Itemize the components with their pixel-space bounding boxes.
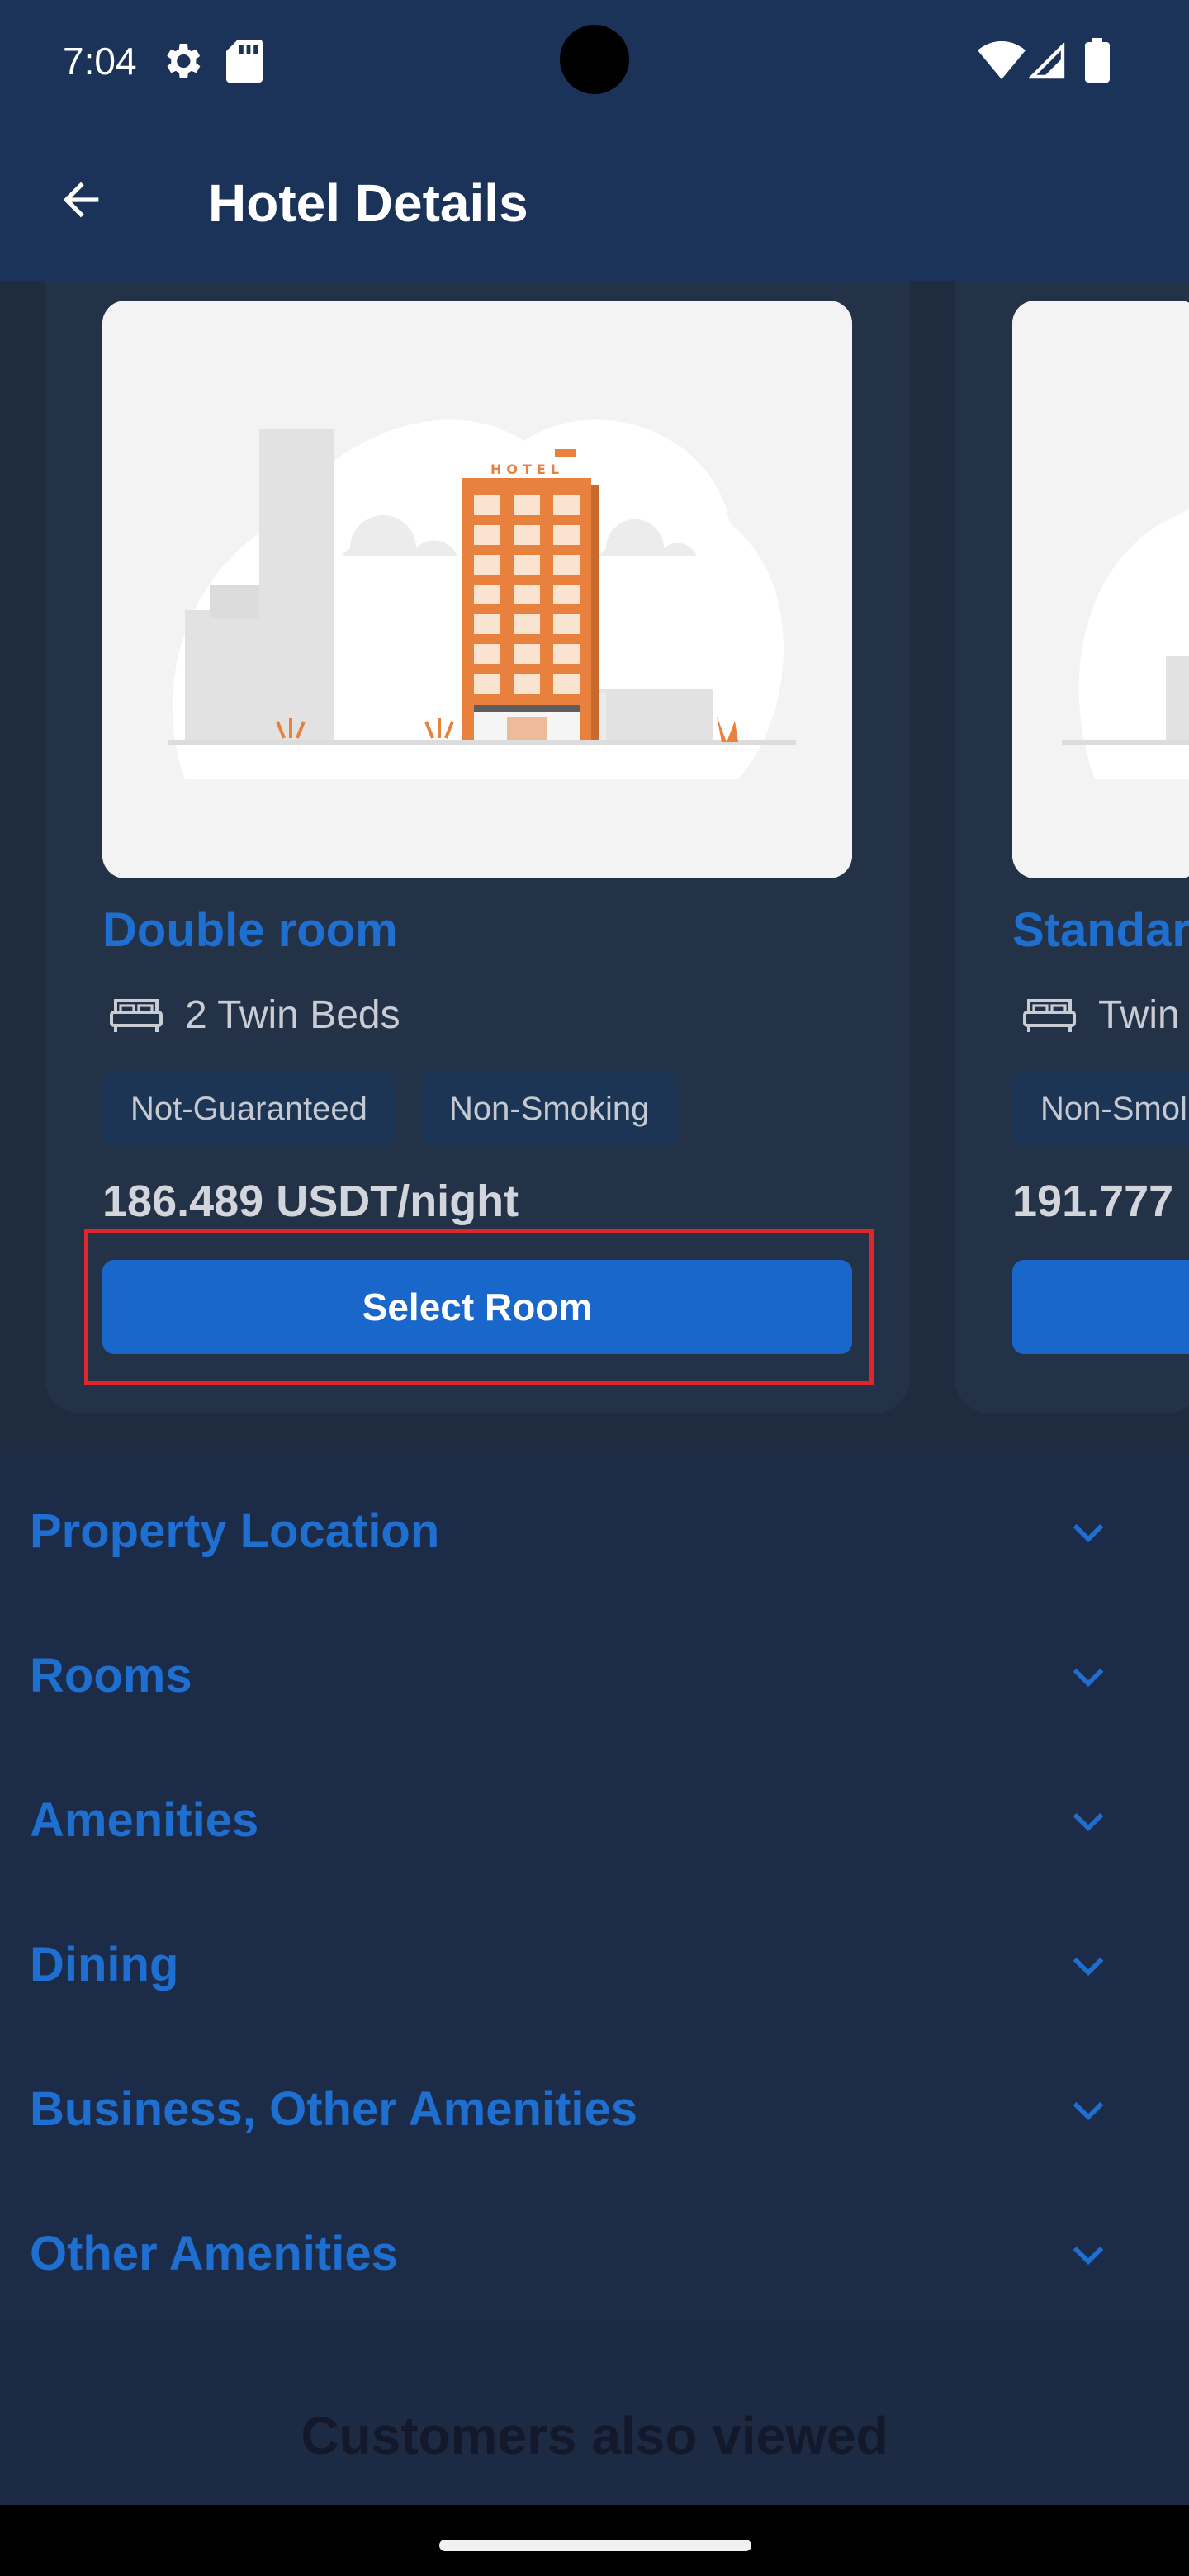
section-label: Dining (30, 1938, 179, 1991)
room-image: HOTEL (102, 301, 852, 878)
wifi-icon (978, 41, 1026, 79)
bed-info: 2 Twin Beds (109, 991, 400, 1040)
cellular-signal-icon (1029, 43, 1065, 79)
section-label: Business, Other Amenities (30, 2082, 637, 2136)
home-gesture-handle[interactable] (439, 2540, 751, 2551)
room-name: Standar (1012, 903, 1189, 957)
hotel-illustration (1012, 301, 1189, 878)
battery-icon (1085, 38, 1110, 83)
tag-chip: Non-Smoking (421, 1072, 678, 1146)
room-price: 191.777 (1012, 1177, 1174, 1226)
chevron-down-icon (1073, 2246, 1104, 2266)
section-dining[interactable]: Dining (0, 1893, 1189, 2038)
sd-card-icon (226, 40, 263, 83)
section-label: Rooms (30, 1649, 192, 1702)
section-other-amenities[interactable]: Other Amenities (0, 2182, 1189, 2327)
bed-label: Twin (1098, 993, 1180, 1037)
room-name: Double room (102, 903, 398, 957)
customers-also-viewed-title: Customers also viewed (301, 2406, 888, 2465)
settings-icon (167, 44, 201, 78)
chevron-down-icon (1073, 1957, 1104, 1977)
chevron-down-icon (1073, 1668, 1104, 1688)
room-image (1012, 301, 1189, 878)
hotel-sign: HOTEL (490, 462, 564, 477)
highlight-box (84, 1229, 874, 1385)
app-bar (0, 119, 1189, 281)
bed-label: 2 Twin Beds (185, 993, 400, 1037)
bed-icon (1023, 999, 1076, 1032)
room-price: 186.489 USDT/night (102, 1177, 519, 1226)
tag-chip: Non-Smol (1012, 1072, 1189, 1146)
section-label: Other Amenities (30, 2227, 398, 2280)
section-property-location[interactable]: Property Location (0, 1460, 1189, 1604)
chevron-down-icon (1073, 1523, 1104, 1543)
hotel-illustration: HOTEL (102, 301, 852, 878)
section-rooms[interactable]: Rooms (0, 1604, 1189, 1749)
chevron-down-icon (1073, 1812, 1104, 1832)
chevron-down-icon (1073, 2101, 1104, 2121)
bed-icon (110, 999, 163, 1032)
bed-info: Twin (1022, 991, 1180, 1040)
page-title: Hotel Details (208, 173, 528, 233)
section-amenities[interactable]: Amenities (0, 1749, 1189, 1893)
section-label: Amenities (30, 1793, 259, 1847)
tag-chip: Not-Guaranteed (102, 1072, 396, 1146)
status-time: 7:04 (63, 40, 137, 83)
select-room-button[interactable] (1012, 1260, 1189, 1354)
section-label: Property Location (30, 1504, 440, 1558)
arrow-back-icon (63, 182, 99, 218)
back-button[interactable] (38, 157, 124, 243)
section-business-amenities[interactable]: Business, Other Amenities (0, 2038, 1189, 2182)
front-camera (560, 25, 629, 94)
